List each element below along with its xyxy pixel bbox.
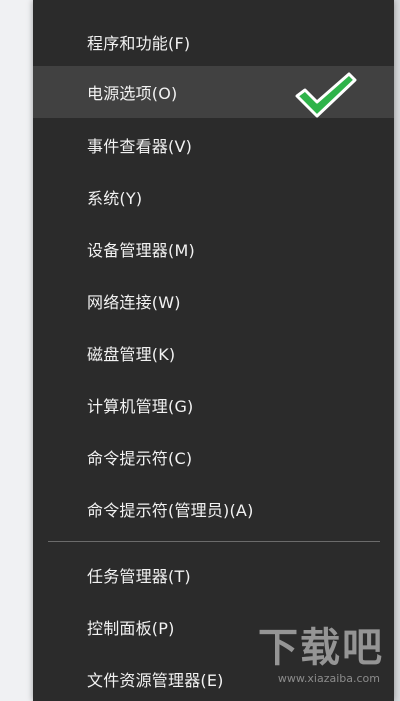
- menu-item-label: 命令提示符(C): [87, 449, 193, 468]
- menu-item-command-prompt[interactable]: 命令提示符(C): [33, 431, 394, 483]
- menu-item-device-manager[interactable]: 设备管理器(M): [33, 223, 394, 275]
- menu-item-task-manager[interactable]: 任务管理器(T): [33, 549, 394, 601]
- watermark-url: www.xiazaiba.com: [277, 672, 380, 685]
- menu-item-label: 程序和功能(F): [87, 34, 191, 53]
- menu-separator: [48, 541, 380, 542]
- menu-item-disk-management[interactable]: 磁盘管理(K): [33, 327, 394, 379]
- menu-item-programs-and-features[interactable]: 程序和功能(F): [33, 16, 394, 68]
- menu-item-label: 任务管理器(T): [87, 567, 191, 586]
- menu-item-label: 网络连接(W): [87, 293, 181, 312]
- menu-item-event-viewer[interactable]: 事件查看器(V): [33, 119, 394, 171]
- desktop-edge: [394, 0, 400, 701]
- watermark: 下载吧 www.xiazaiba.com: [254, 615, 384, 685]
- menu-item-command-prompt-admin[interactable]: 命令提示符(管理员)(A): [33, 483, 394, 535]
- menu-item-label: 设备管理器(M): [87, 241, 195, 260]
- menu-item-network-connections[interactable]: 网络连接(W): [33, 275, 394, 327]
- menu-item-label: 文件资源管理器(E): [87, 671, 224, 690]
- menu-item-label: 计算机管理(G): [87, 397, 194, 416]
- watermark-logo: 下载吧: [258, 625, 384, 671]
- winx-context-menu: 程序和功能(F) 电源选项(O) 事件查看器(V) 系统(Y) 设备管理器(M)…: [33, 0, 394, 701]
- menu-item-system[interactable]: 系统(Y): [33, 171, 394, 223]
- menu-item-label: 电源选项(O): [87, 84, 178, 103]
- menu-item-label: 控制面板(P): [87, 619, 175, 638]
- checkmark-icon: [295, 72, 357, 118]
- menu-item-label: 命令提示符(管理员)(A): [87, 501, 254, 520]
- menu-item-label: 系统(Y): [87, 189, 143, 208]
- screenshot-stage: 程序和功能(F) 电源选项(O) 事件查看器(V) 系统(Y) 设备管理器(M)…: [0, 0, 400, 701]
- menu-item-label: 磁盘管理(K): [87, 345, 176, 364]
- menu-item-label: 事件查看器(V): [87, 137, 193, 156]
- desktop-background: [0, 0, 33, 701]
- menu-item-computer-management[interactable]: 计算机管理(G): [33, 379, 394, 431]
